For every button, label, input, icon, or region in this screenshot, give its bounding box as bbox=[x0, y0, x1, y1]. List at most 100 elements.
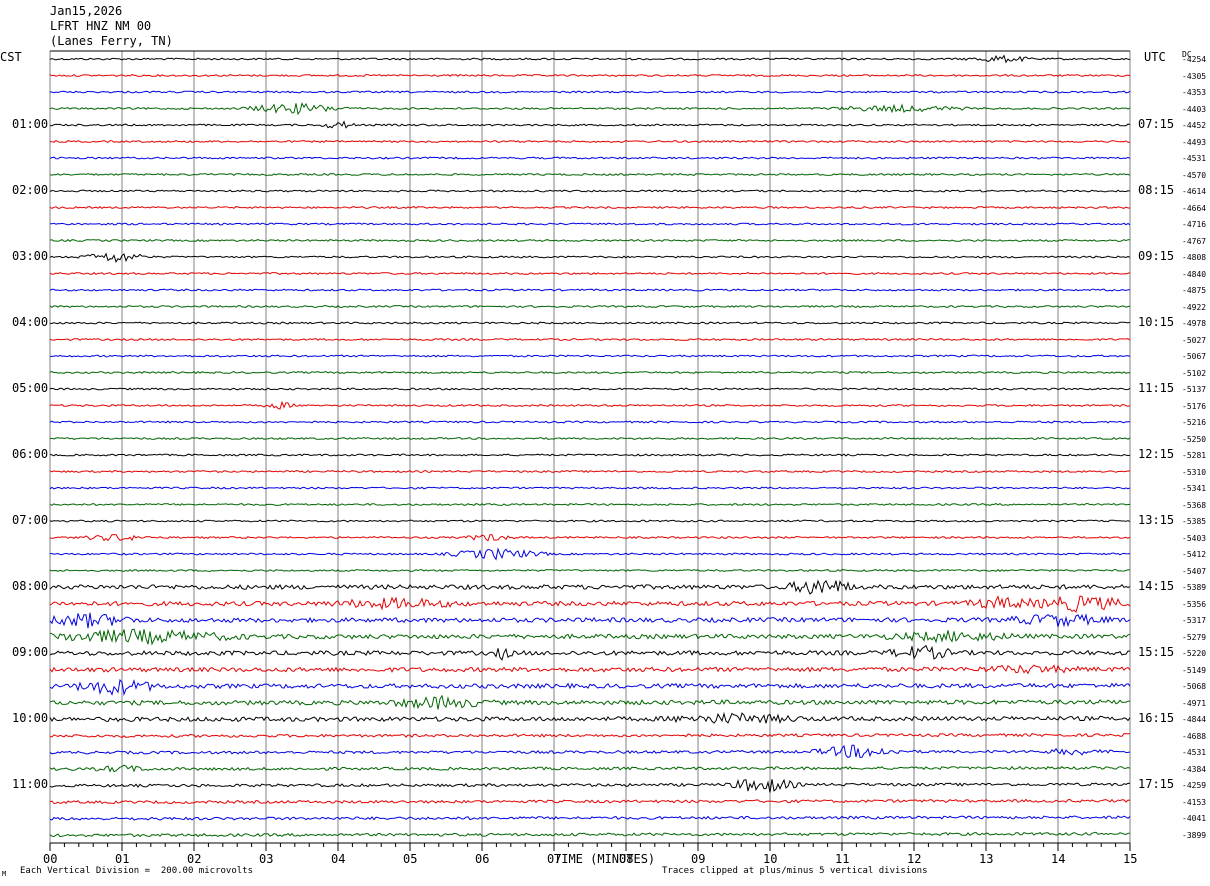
dc-offset-label: -4688 bbox=[1182, 731, 1207, 741]
trace-30 bbox=[49, 547, 1131, 561]
trace-28 bbox=[49, 519, 1131, 523]
dc-offset-label: -4875 bbox=[1182, 286, 1207, 295]
x-tick-label: 04 bbox=[331, 852, 346, 866]
x-tick-label: 10 bbox=[763, 852, 778, 866]
dc-offset-label: -4922 bbox=[1182, 302, 1207, 312]
trace-25 bbox=[49, 469, 1131, 474]
trace-6 bbox=[49, 156, 1131, 160]
x-tick-label: 13 bbox=[979, 852, 994, 866]
dc-offset-label: -5068 bbox=[1182, 682, 1207, 691]
trace-10 bbox=[49, 222, 1131, 226]
dc-offset-label: -4614 bbox=[1182, 187, 1207, 196]
trace-12 bbox=[49, 252, 1131, 263]
dc-offset-label: -4531 bbox=[1182, 748, 1207, 757]
dc-offset-label: -4971 bbox=[1182, 698, 1207, 708]
x-tick-label: 02 bbox=[187, 852, 202, 866]
left-hour-label: 10:00 bbox=[12, 711, 49, 725]
dc-offset-label: -5279 bbox=[1182, 632, 1207, 642]
trace-36 bbox=[49, 644, 1131, 661]
dc-offset-label: -4844 bbox=[1182, 715, 1207, 724]
left-hour-label: 05:00 bbox=[12, 381, 49, 395]
dc-offset-label: -4403 bbox=[1182, 104, 1207, 114]
trace-38 bbox=[49, 678, 1131, 697]
trace-18 bbox=[49, 354, 1131, 358]
dc-offset-label: -5281 bbox=[1182, 451, 1207, 460]
dc-offset-label: -4840 bbox=[1182, 269, 1207, 279]
right-hour-label: 09:15 bbox=[1138, 249, 1175, 263]
trace-33 bbox=[49, 595, 1131, 614]
trace-9 bbox=[49, 205, 1130, 210]
left-hour-label: 08:00 bbox=[12, 579, 49, 593]
x-tick-label: 11 bbox=[835, 852, 850, 866]
dc-offset-label: -5220 bbox=[1182, 649, 1207, 658]
left-hour-label: 11:00 bbox=[12, 777, 49, 791]
dc-offset-label: -5027 bbox=[1182, 335, 1207, 345]
dc-offset-label: -4153 bbox=[1182, 797, 1207, 807]
dc-offset-label: -4531 bbox=[1182, 154, 1207, 163]
trace-19 bbox=[49, 370, 1131, 375]
dc-offset-label: -5356 bbox=[1182, 599, 1207, 609]
left-hour-label: 02:00 bbox=[12, 183, 49, 197]
trace-2 bbox=[49, 90, 1131, 94]
trace-37 bbox=[49, 664, 1131, 675]
trace-1 bbox=[49, 73, 1131, 78]
trace-34 bbox=[49, 612, 1131, 629]
trace-42 bbox=[49, 744, 1131, 758]
dc-offset-label: -3899 bbox=[1182, 830, 1207, 840]
trace-29 bbox=[49, 533, 1131, 542]
trace-26 bbox=[49, 486, 1131, 490]
dc-offset-label: -5407 bbox=[1182, 566, 1207, 576]
x-tick-label: 00 bbox=[43, 852, 58, 866]
x-tick-label: 03 bbox=[259, 852, 274, 866]
trace-35 bbox=[49, 628, 1131, 646]
trace-21 bbox=[49, 400, 1131, 410]
trace-23 bbox=[49, 436, 1131, 441]
dc-offset-label: -4716 bbox=[1182, 220, 1207, 229]
dc-offset-label: -4452 bbox=[1182, 121, 1207, 130]
dc-offset-label: -5368 bbox=[1182, 500, 1207, 510]
dc-offset-label: -4570 bbox=[1182, 170, 1207, 180]
trace-15 bbox=[49, 304, 1131, 309]
left-hour-label: 01:00 bbox=[12, 117, 49, 131]
trace-20 bbox=[49, 387, 1131, 391]
right-hour-label: 10:15 bbox=[1138, 315, 1175, 329]
left-hour-label: 06:00 bbox=[12, 447, 49, 461]
dc-offset-label: -5385 bbox=[1182, 517, 1207, 526]
dc-offset-label: -4767 bbox=[1182, 236, 1207, 246]
trace-39 bbox=[49, 694, 1131, 710]
trace-11 bbox=[49, 238, 1131, 243]
dc-offset-label: -4305 bbox=[1182, 71, 1207, 81]
dc-offset-label: -4978 bbox=[1182, 319, 1207, 328]
x-tick-label: 14 bbox=[1051, 852, 1066, 866]
dc-offset-label: -5176 bbox=[1182, 401, 1207, 411]
helicorder-plot bbox=[49, 50, 1131, 851]
right-hour-label: 08:15 bbox=[1138, 183, 1175, 197]
dc-offset-label: -5341 bbox=[1182, 484, 1207, 493]
trace-5 bbox=[49, 139, 1131, 144]
right-hour-label: 17:15 bbox=[1138, 777, 1175, 791]
left-hour-label: 03:00 bbox=[12, 249, 49, 263]
dc-offset-label: -5149 bbox=[1182, 665, 1207, 675]
x-tick-label: 12 bbox=[907, 852, 922, 866]
trace-40 bbox=[49, 711, 1131, 724]
x-tick-label: 06 bbox=[475, 852, 490, 866]
dc-offset-label: -4254 bbox=[1182, 55, 1207, 64]
right-hour-label: 12:15 bbox=[1138, 447, 1175, 461]
dc-offset-label: -4259 bbox=[1182, 781, 1207, 790]
right-hour-label: 07:15 bbox=[1138, 117, 1175, 131]
dc-offset-label: -4664 bbox=[1182, 203, 1207, 213]
right-hour-label: 11:15 bbox=[1138, 381, 1175, 395]
right-hour-label: 14:15 bbox=[1138, 579, 1175, 593]
dc-offset-label: -5389 bbox=[1182, 583, 1207, 592]
trace-0 bbox=[49, 54, 1131, 64]
dc-offset-label: -4808 bbox=[1182, 253, 1207, 262]
dc-offset-label: -5216 bbox=[1182, 418, 1207, 427]
left-hour-label: 04:00 bbox=[12, 315, 49, 329]
right-hour-label: 15:15 bbox=[1138, 645, 1175, 659]
trace-47 bbox=[49, 831, 1131, 838]
trace-32 bbox=[49, 579, 1131, 595]
left-hour-label: 09:00 bbox=[12, 645, 49, 659]
dc-offset-label: -4041 bbox=[1182, 814, 1207, 823]
trace-16 bbox=[49, 321, 1131, 325]
trace-27 bbox=[49, 502, 1131, 507]
